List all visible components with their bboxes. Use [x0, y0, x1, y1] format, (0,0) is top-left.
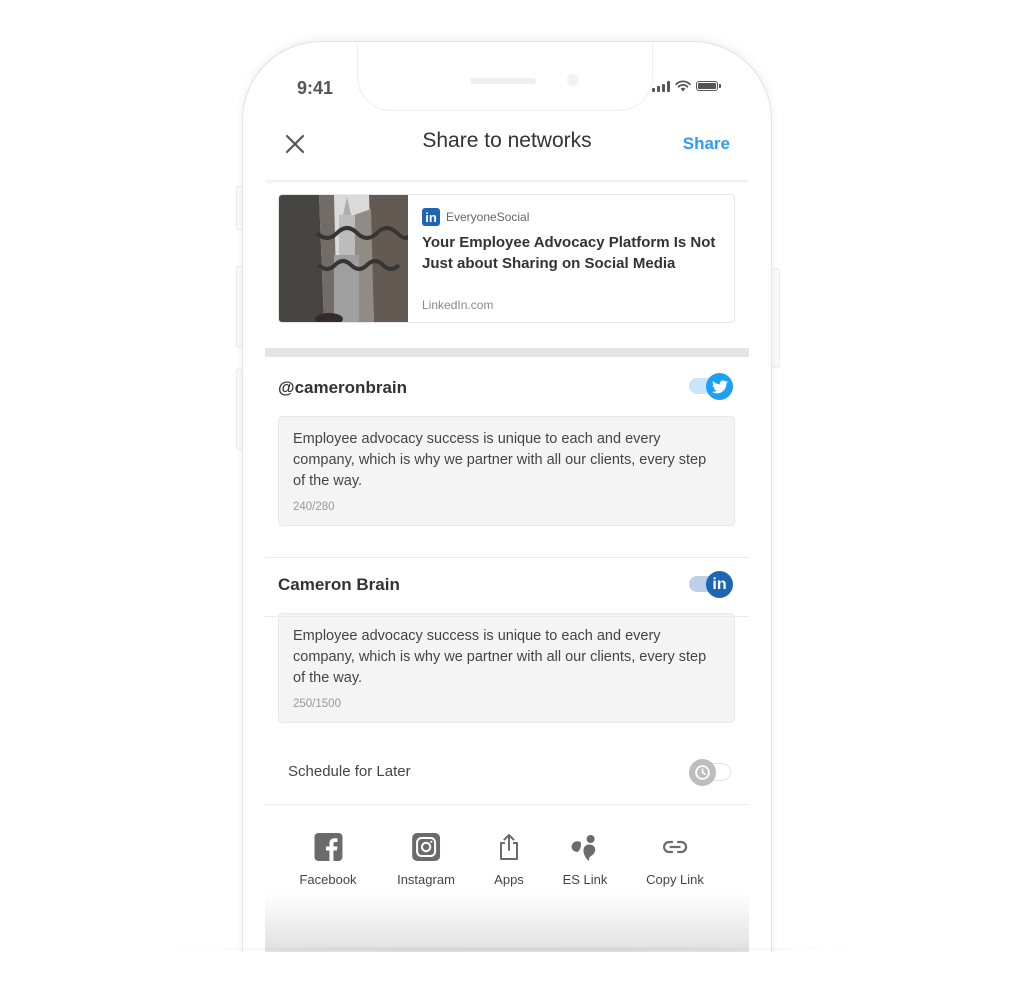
schedule-label: Schedule for Later — [288, 763, 411, 780]
clock-icon — [689, 759, 716, 786]
preview-image — [279, 195, 408, 322]
share-option-apps[interactable]: Apps — [494, 832, 524, 887]
share-button[interactable]: Share — [683, 134, 730, 154]
background-floor — [0, 952, 1020, 1004]
share-option-label: Copy Link — [646, 872, 704, 887]
preview-body: in EveryoneSocial Your Employee Advocacy… — [408, 195, 734, 322]
twitter-toggle[interactable] — [689, 373, 733, 400]
message-text: Employee advocacy success is unique to e… — [293, 431, 707, 489]
divider — [265, 557, 749, 558]
speaker-grille — [470, 78, 536, 84]
twitter-icon — [706, 373, 733, 400]
front-camera — [567, 74, 579, 86]
battery-icon — [696, 81, 721, 91]
char-count: 250/1500 — [293, 698, 341, 710]
share-option-label: Instagram — [397, 872, 455, 887]
es-logo-icon — [570, 832, 600, 862]
share-option-facebook[interactable]: Facebook — [299, 832, 357, 887]
section-divider — [265, 348, 749, 357]
message-text: Employee advocacy success is unique to e… — [293, 628, 707, 686]
preview-title: Your Employee Advocacy Platform Is Not J… — [422, 234, 716, 272]
floor-shadow — [150, 946, 870, 952]
link-preview-card[interactable]: in EveryoneSocial Your Employee Advocacy… — [278, 194, 735, 323]
account-name: Cameron Brain — [278, 575, 400, 594]
share-option-label: ES Link — [562, 872, 608, 887]
source-name: EveryoneSocial — [446, 210, 530, 224]
status-icons — [652, 80, 721, 92]
link-icon — [660, 832, 690, 862]
divider — [265, 616, 749, 617]
preview-domain: LinkedIn.com — [422, 298, 494, 312]
phone-notch — [357, 43, 653, 111]
account-name: @cameronbrain — [278, 378, 408, 397]
page-title: Share to networks — [422, 129, 592, 152]
linkedin-icon: in — [422, 208, 440, 226]
schedule-toggle[interactable] — [689, 759, 733, 786]
power-button — [772, 268, 780, 368]
message-input[interactable]: Employee advocacy success is unique to e… — [278, 416, 735, 526]
message-input[interactable]: Employee advocacy success is unique to e… — [278, 613, 735, 723]
wifi-icon — [675, 80, 691, 92]
share-option-es-link[interactable]: ES Link — [562, 832, 608, 887]
linkedin-icon: in — [706, 571, 733, 598]
char-count: 240/280 — [293, 501, 335, 513]
share-option-copy-link[interactable]: Copy Link — [646, 832, 704, 887]
divider — [265, 804, 749, 805]
header-bar: Share to networks Share — [265, 112, 749, 180]
instagram-icon — [411, 832, 441, 862]
share-option-label: Apps — [494, 872, 524, 887]
share-option-label: Facebook — [299, 872, 357, 887]
share-icon — [494, 832, 524, 862]
preview-source: in EveryoneSocial — [422, 208, 720, 226]
linkedin-toggle[interactable]: in — [689, 571, 733, 598]
status-time: 9:41 — [297, 78, 334, 98]
share-option-instagram[interactable]: Instagram — [397, 832, 455, 887]
signal-icon — [652, 80, 670, 92]
share-options-bar: Facebook Instagram Apps ES Link Copy Lin… — [265, 822, 749, 912]
facebook-icon — [313, 832, 343, 862]
share-screen: Share to networks Share in EveryoneSocia… — [265, 112, 749, 952]
